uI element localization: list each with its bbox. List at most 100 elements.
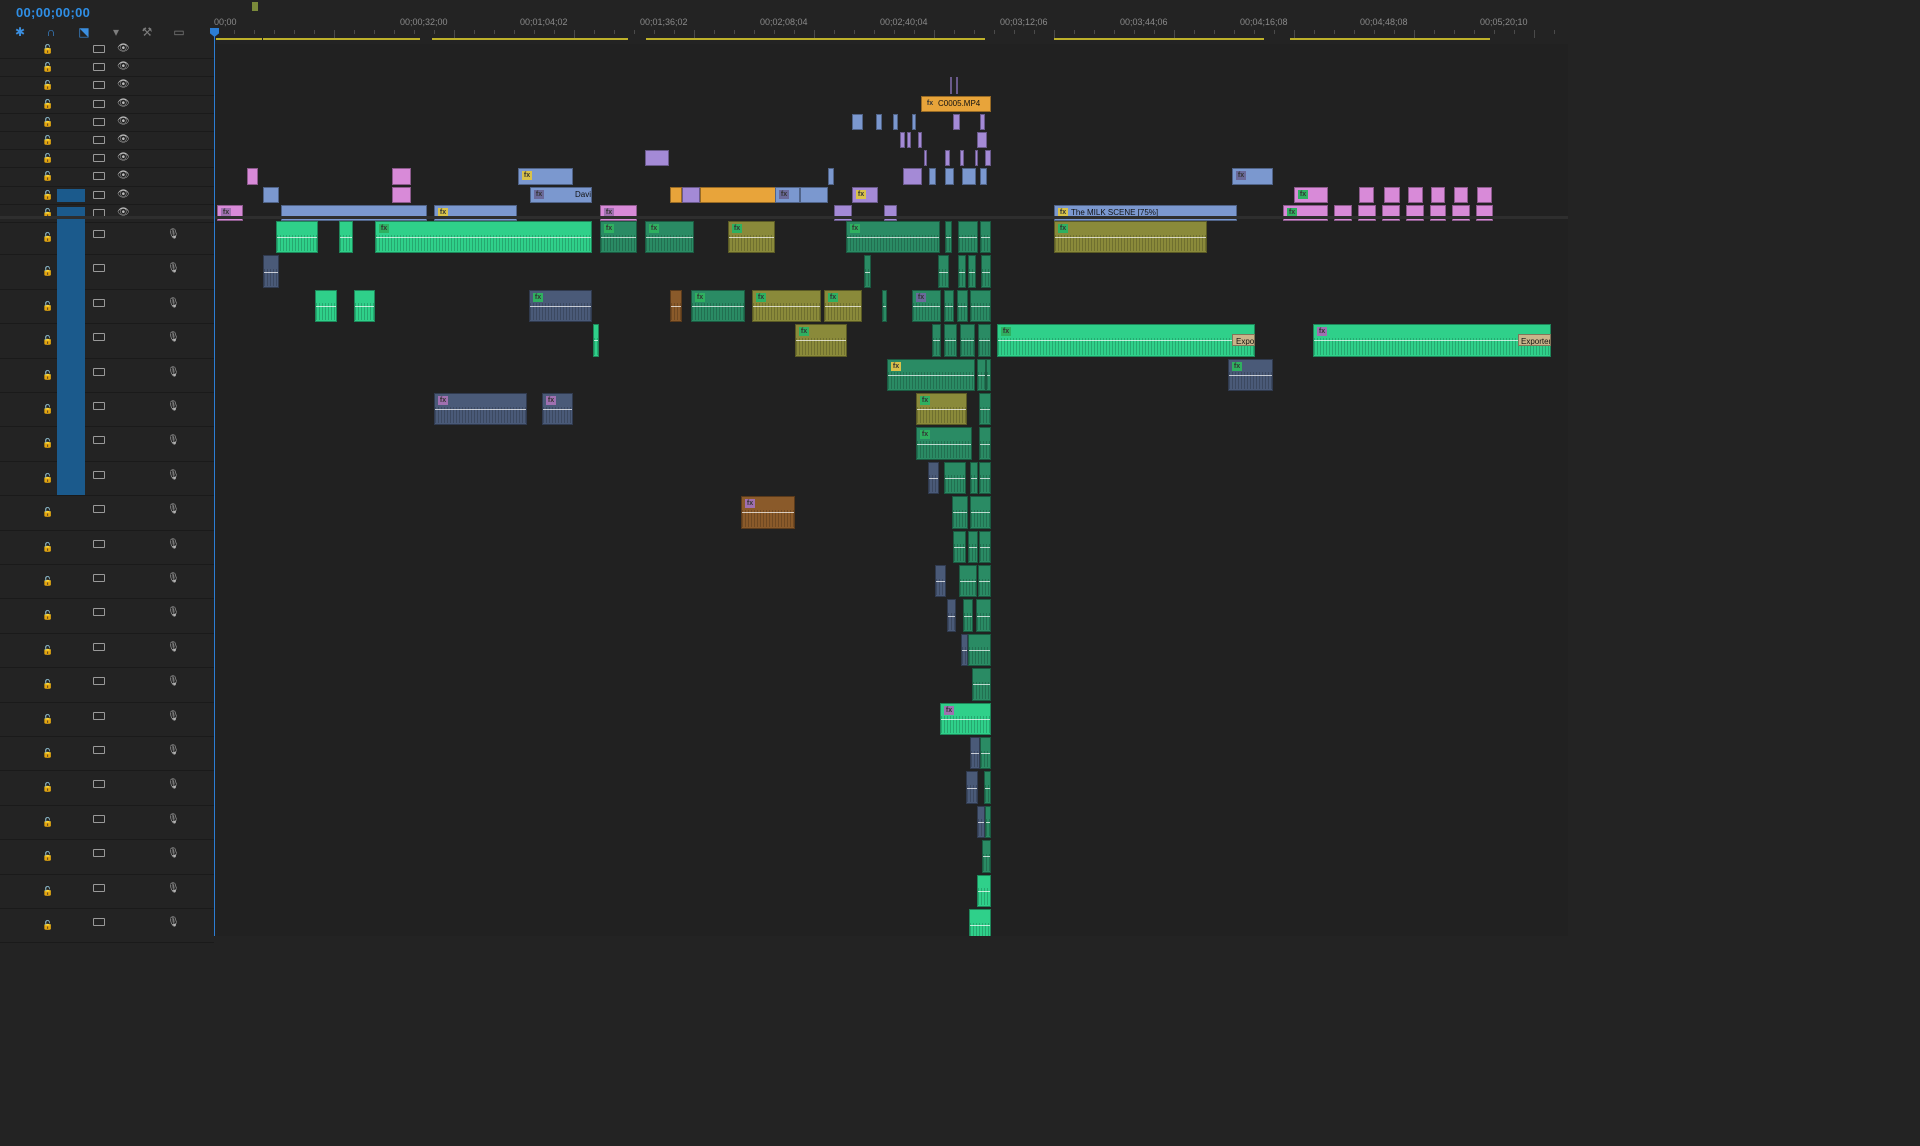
voice-over-mic-icon[interactable]: 🎙 xyxy=(167,263,180,274)
lock-icon[interactable]: 🔓 xyxy=(42,62,53,73)
timeline-clip[interactable] xyxy=(979,461,991,495)
audio-track-header-a14[interactable]: 🔓 🎙 xyxy=(0,667,214,703)
voice-over-mic-icon[interactable]: 🎙 xyxy=(167,298,180,309)
volume-rubber-band[interactable] xyxy=(986,821,990,823)
volume-rubber-band[interactable] xyxy=(954,546,965,548)
timeline-clip[interactable]: fx xyxy=(728,221,775,254)
volume-rubber-band[interactable] xyxy=(962,649,967,651)
clip-c0005[interactable]: fx C0005.MP4 xyxy=(921,95,991,112)
audio-lane-a17[interactable] xyxy=(214,770,1568,806)
volume-rubber-band[interactable] xyxy=(961,340,974,342)
track-name[interactable] xyxy=(57,530,85,564)
volume-rubber-band[interactable] xyxy=(953,512,967,514)
timeline-clip[interactable] xyxy=(979,393,991,426)
volume-rubber-band[interactable] xyxy=(983,856,990,858)
track-name[interactable] xyxy=(57,495,85,529)
video-lane-v7[interactable] xyxy=(214,94,1568,114)
timeline-clip[interactable]: fx xyxy=(1313,324,1551,357)
voice-over-mic-icon[interactable]: 🎙 xyxy=(167,917,180,928)
toggle-sync-lock-icon[interactable] xyxy=(93,264,105,273)
track-name[interactable] xyxy=(57,736,85,770)
timeline-clip[interactable] xyxy=(986,358,991,391)
toggle-sync-lock-icon[interactable] xyxy=(93,436,105,445)
volume-rubber-band[interactable] xyxy=(530,305,591,307)
voice-over-mic-icon[interactable]: 🎙 xyxy=(167,642,180,653)
timeline-clip[interactable]: fx xyxy=(852,186,878,203)
timeline-clip[interactable]: fx xyxy=(741,496,795,529)
lock-icon[interactable]: 🔓 xyxy=(42,473,53,484)
timeline-clip[interactable] xyxy=(980,737,991,770)
volume-rubber-band[interactable] xyxy=(978,890,990,892)
audio-lane-a19[interactable] xyxy=(214,839,1568,875)
toggle-sync-lock-icon[interactable] xyxy=(93,230,105,238)
volume-rubber-band[interactable] xyxy=(980,546,990,548)
timeline-clip[interactable]: fx xyxy=(375,221,592,254)
timeline-clip[interactable] xyxy=(970,461,978,495)
audio-track-header-a17[interactable]: 🔓 🎙 xyxy=(0,770,214,806)
volume-rubber-band[interactable] xyxy=(865,271,870,273)
video-track-header-v10[interactable]: 🔓 👁 xyxy=(0,40,214,60)
timeline-clip[interactable] xyxy=(963,599,973,632)
audio-track-header-a16[interactable]: 🔓 🎙 xyxy=(0,736,214,772)
video-audio-divider[interactable] xyxy=(0,216,1568,219)
clip-davi[interactable]: fx Davi xyxy=(530,186,592,203)
track-name[interactable] xyxy=(57,188,85,202)
timeline-clip[interactable] xyxy=(952,496,968,529)
track-name[interactable] xyxy=(57,908,85,942)
timeline-clip[interactable] xyxy=(958,255,966,288)
timeline-clip[interactable]: fx xyxy=(887,358,975,391)
timeline-clip[interactable] xyxy=(1477,186,1492,203)
toggle-sync-lock-icon[interactable] xyxy=(93,539,105,548)
audio-track-header-a19[interactable]: 🔓 🎙 xyxy=(0,839,214,875)
audio-lane-a10[interactable] xyxy=(214,529,1568,565)
volume-rubber-band[interactable] xyxy=(978,821,984,823)
volume-rubber-band[interactable] xyxy=(977,615,990,617)
audio-track-header-a15[interactable]: 🔓 🎙 xyxy=(0,702,214,737)
toggle-sync-lock-icon[interactable] xyxy=(93,574,105,582)
volume-rubber-band[interactable] xyxy=(917,443,971,445)
timeline-clip[interactable] xyxy=(970,289,991,323)
video-track-header-v2[interactable]: 🔓 👁 xyxy=(0,186,214,205)
timeline-clip[interactable] xyxy=(978,324,991,357)
timeline-clip[interactable] xyxy=(876,113,882,130)
timeline-clip[interactable]: fx xyxy=(775,186,800,203)
lock-icon[interactable]: 🔓 xyxy=(42,301,53,312)
volume-rubber-band[interactable] xyxy=(980,443,990,445)
volume-rubber-band[interactable] xyxy=(729,237,774,239)
volume-rubber-band[interactable] xyxy=(969,271,975,273)
timeline-clip[interactable] xyxy=(1454,186,1468,203)
toggle-sync-lock-icon[interactable] xyxy=(93,505,105,514)
voice-over-mic-icon[interactable]: 🎙 xyxy=(167,435,180,446)
volume-rubber-band[interactable] xyxy=(435,409,526,411)
timeline-clip[interactable] xyxy=(929,168,936,185)
eye-visibility-icon[interactable]: 👁 xyxy=(117,134,130,145)
timeline-clip[interactable] xyxy=(968,633,991,667)
toggle-sync-lock-icon[interactable] xyxy=(93,367,105,376)
timeline-clip[interactable] xyxy=(392,168,411,185)
volume-rubber-band[interactable] xyxy=(340,237,352,239)
video-track-header-v8[interactable]: 🔓 👁 xyxy=(0,76,214,96)
toggle-sync-lock-icon[interactable] xyxy=(93,470,105,479)
track-name[interactable] xyxy=(57,170,85,183)
timeline-clip[interactable] xyxy=(958,221,978,254)
toggle-sync-lock-icon[interactable] xyxy=(93,608,105,617)
volume-rubber-band[interactable] xyxy=(945,305,953,307)
volume-rubber-band[interactable] xyxy=(1055,237,1206,239)
volume-rubber-band[interactable] xyxy=(946,237,951,239)
lock-icon[interactable]: 🔓 xyxy=(42,748,53,759)
timeline-clip[interactable] xyxy=(392,186,411,203)
voice-over-mic-icon[interactable]: 🎙 xyxy=(167,745,180,756)
timeline-clip[interactable] xyxy=(945,168,954,185)
volume-rubber-band[interactable] xyxy=(671,305,681,307)
timeline-clip[interactable]: fx xyxy=(1054,221,1207,254)
lock-icon[interactable]: 🔓 xyxy=(42,171,53,182)
audio-track-header-a20[interactable]: 🔓 🎙 xyxy=(0,874,214,909)
audio-track-header-a2[interactable]: 🔓 🎙 xyxy=(0,254,214,290)
audio-lane-a21[interactable] xyxy=(214,908,1568,936)
audio-lane-a13[interactable] xyxy=(214,632,1568,669)
timeline-clip[interactable]: fx xyxy=(916,393,967,426)
volume-rubber-band[interactable] xyxy=(959,271,965,273)
timeline-clip[interactable] xyxy=(972,668,991,701)
toggle-sync-lock-icon[interactable] xyxy=(93,711,105,720)
timeline-clip[interactable]: fx xyxy=(795,324,847,357)
